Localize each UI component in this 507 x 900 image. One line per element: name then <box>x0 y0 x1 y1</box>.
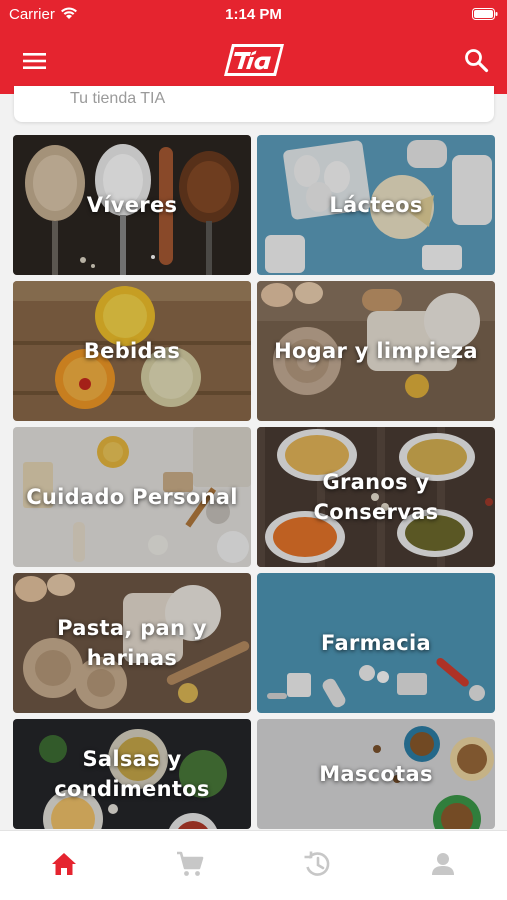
tia-logo <box>224 44 284 76</box>
cart-icon[interactable] <box>175 849 205 879</box>
status-bar: Carrier 1:14 PM <box>0 0 507 28</box>
category-label: Lácteos <box>329 193 423 217</box>
profile-icon[interactable] <box>428 849 458 879</box>
category-tile-cuidado-personal[interactable]: Cuidado Personal <box>13 427 251 567</box>
category-label: Pasta, pan y harinas <box>57 616 207 670</box>
category-label: Farmacia <box>321 631 431 655</box>
category-label: Víveres <box>86 193 178 217</box>
category-tile-mascotas[interactable]: Mascotas <box>257 719 495 829</box>
home-icon[interactable] <box>49 849 79 879</box>
screen: Carrier 1:14 PM Tu tienda TIA Víveres Lá… <box>0 0 507 900</box>
category-tile-salsas[interactable]: Salsas y condimentos <box>13 719 251 829</box>
store-selector[interactable]: Tu tienda TIA <box>14 86 494 122</box>
search-icon[interactable] <box>463 47 489 73</box>
history-icon[interactable] <box>302 849 332 879</box>
category-tile-hogar[interactable]: Hogar y limpieza <box>257 281 495 421</box>
battery-icon <box>472 8 498 20</box>
status-time: 1:14 PM <box>225 6 282 23</box>
category-label: Bebidas <box>83 339 181 363</box>
category-tile-farmacia[interactable]: Farmacia <box>257 573 495 713</box>
app-header: Carrier 1:14 PM <box>0 0 507 94</box>
category-label: Mascotas <box>319 762 433 786</box>
category-tile-granos[interactable]: Granos y Conservas <box>257 427 495 567</box>
category-label: Hogar y limpieza <box>274 339 478 363</box>
bottom-tab-bar <box>0 830 507 900</box>
category-label: Cuidado Personal <box>26 485 238 509</box>
category-tile-viveres[interactable]: Víveres <box>13 135 251 275</box>
store-label: Tu tienda TIA <box>70 90 166 107</box>
category-tile-pasta[interactable]: Pasta, pan y harinas <box>13 573 251 713</box>
category-label: Granos y Conservas <box>313 470 439 524</box>
hamburger-menu-icon[interactable] <box>22 50 48 72</box>
category-tile-lacteos[interactable]: Lácteos <box>257 135 495 275</box>
category-tile-bebidas[interactable]: Bebidas <box>13 281 251 421</box>
category-label: Salsas y condimentos <box>54 747 210 801</box>
